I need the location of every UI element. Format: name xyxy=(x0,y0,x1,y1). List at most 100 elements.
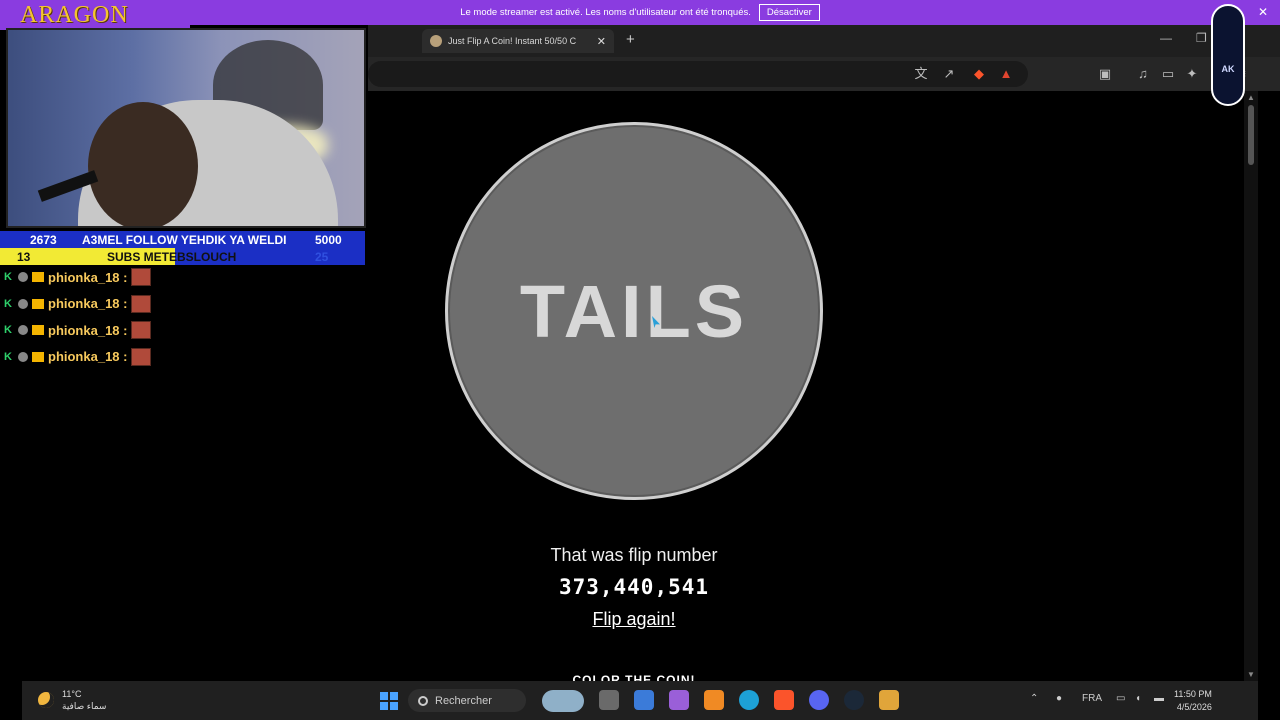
date: 4/5/2026 xyxy=(1176,702,1212,712)
taskbar-search[interactable]: Rechercher xyxy=(408,689,526,712)
tray-chevron-icon[interactable]: ⌃ xyxy=(1030,693,1038,704)
mic-icon[interactable]: ● xyxy=(1056,693,1062,704)
page-scrollbar[interactable]: ▲ ▼ xyxy=(1244,91,1258,681)
chat-username: phionka_18 : xyxy=(48,269,128,285)
kick-badge-icon: K xyxy=(4,350,12,363)
brave-shield-icon[interactable]: ◆ xyxy=(971,66,987,82)
moon-badge-icon xyxy=(18,325,28,336)
screen: Just Flip A Coin! Instant 50/50 C ✕ + — … xyxy=(0,0,1280,720)
coin[interactable]: TAILS xyxy=(445,122,823,500)
follow-goal-target: 5000 xyxy=(315,233,342,247)
reader-mode-icon[interactable]: ▣ xyxy=(1097,66,1113,82)
chat-username: phionka_18 : xyxy=(48,349,128,365)
temperature: 11°C xyxy=(62,689,82,699)
media-icon[interactable]: ♫ xyxy=(1135,66,1151,82)
kick-badge-icon: K xyxy=(4,324,12,337)
kick-badge-icon: K xyxy=(4,271,12,284)
moon-weather-icon xyxy=(38,692,54,708)
chat-username: phionka_18 : xyxy=(48,296,128,312)
sub-count: 13 xyxy=(17,250,31,264)
emote-icon xyxy=(131,321,152,340)
follow-goal-label: A3MEL FOLLOW YEHDIK YA WELDI xyxy=(82,233,287,247)
minimize-icon[interactable]: — xyxy=(1160,31,1172,45)
moon-badge-icon xyxy=(18,298,28,309)
banner-close-icon[interactable]: ✕ xyxy=(1258,5,1268,19)
coin-favicon-icon xyxy=(430,35,442,47)
app-icon[interactable] xyxy=(634,690,654,710)
follower-count: 2673 xyxy=(30,233,57,247)
chat-overlay: K phionka_18 : K phionka_18 : K phionka_… xyxy=(4,264,364,370)
search-highlight-icon[interactable] xyxy=(542,690,584,712)
leo-ai-icon[interactable]: ✦ xyxy=(1184,66,1200,82)
brave-rewards-icon[interactable]: ▲ xyxy=(998,66,1014,82)
app-icon[interactable] xyxy=(704,690,724,710)
coin-result: TAILS xyxy=(519,269,749,353)
crown-badge-icon xyxy=(32,272,44,283)
color-coin-heading: COLOR THE COIN! xyxy=(572,673,696,681)
windows-taskbar: 11°C سماء صافية Rechercher ⌃ ● FRA ▭ ◖ ▬… xyxy=(22,681,1258,720)
network-icon[interactable]: ▭ xyxy=(1116,693,1125,704)
crown-badge-icon xyxy=(32,298,44,309)
disable-streamer-mode-button[interactable]: Désactiver xyxy=(758,4,820,21)
weather-widget[interactable]: 11°C سماء صافية xyxy=(38,688,106,712)
clock[interactable]: 11:50 PM 4/5/2026 xyxy=(1174,688,1212,714)
chat-username: phionka_18 : xyxy=(48,322,128,338)
sub-goal-target: 25 xyxy=(315,250,329,264)
restore-icon[interactable]: ❐ xyxy=(1196,31,1207,45)
edge-icon[interactable] xyxy=(739,690,759,710)
chat-message: K phionka_18 : xyxy=(4,317,364,344)
scroll-down-icon[interactable]: ▼ xyxy=(1247,670,1255,679)
copilot-icon[interactable] xyxy=(669,690,689,710)
browser-tab[interactable]: Just Flip A Coin! Instant 50/50 C ✕ xyxy=(422,29,614,53)
scroll-up-icon[interactable]: ▲ xyxy=(1247,93,1255,102)
flip-again-link[interactable]: Flip again! xyxy=(368,609,900,630)
streamer-head xyxy=(88,102,198,226)
search-icon xyxy=(418,695,428,706)
address-bar[interactable] xyxy=(368,61,1028,87)
emote-icon xyxy=(131,294,152,313)
weather-description: سماء صافية xyxy=(62,701,107,711)
scrollbar-thumb[interactable] xyxy=(1248,105,1254,165)
game-icon[interactable] xyxy=(879,690,899,710)
chat-message: K phionka_18 : xyxy=(4,344,364,371)
browser-toolbar: 文 ↗ ◆ ▲ ▣ ♫ ▭ ✦ ≡ xyxy=(368,57,1280,91)
share-icon[interactable]: ↗ xyxy=(941,66,957,82)
task-view-icon[interactable] xyxy=(599,690,619,710)
channel-logo: ARAGON xyxy=(20,2,129,28)
sub-goal-label: SUBS METEBSLOUCH xyxy=(107,250,237,264)
moon-badge-icon xyxy=(18,351,28,362)
wallet-icon[interactable]: ▭ xyxy=(1160,66,1176,82)
tab-close-icon[interactable]: ✕ xyxy=(597,35,606,48)
translate-icon[interactable]: 文 xyxy=(913,66,929,82)
streamer-mode-banner: Le mode streamer est activé. Les noms d'… xyxy=(0,0,1280,25)
start-button[interactable] xyxy=(380,692,398,710)
kick-badge-icon: K xyxy=(4,297,12,310)
chat-message: K phionka_18 : xyxy=(4,291,364,318)
follow-goal-bar: 2673 A3MEL FOLLOW YEHDIK YA WELDI 5000 xyxy=(0,231,365,248)
overlay-logo-bar: ARAGON xyxy=(0,0,190,30)
volume-icon[interactable]: ◖ xyxy=(1135,693,1141,704)
emote-icon xyxy=(131,347,152,366)
time: 11:50 PM xyxy=(1174,689,1212,699)
chat-message: K phionka_18 : xyxy=(4,264,364,291)
steam-icon[interactable] xyxy=(844,690,864,710)
streamer-mode-message: Le mode streamer est activé. Les noms d'… xyxy=(460,7,751,18)
brave-icon[interactable] xyxy=(774,690,794,710)
language-indicator[interactable]: FRA xyxy=(1082,693,1102,704)
flip-caption: That was flip number xyxy=(550,545,718,565)
webcam-feed xyxy=(6,28,366,228)
crown-badge-icon xyxy=(32,351,44,362)
tab-title: Just Flip A Coin! Instant 50/50 C xyxy=(448,36,577,46)
moon-badge-icon xyxy=(18,272,28,283)
eagle-icon: AK xyxy=(1221,64,1235,74)
browser-tabbar: Just Flip A Coin! Instant 50/50 C ✕ + — … xyxy=(368,25,1280,57)
new-tab-button[interactable]: + xyxy=(626,31,635,48)
sub-goal-bar: 13 SUBS METEBSLOUCH 25 xyxy=(0,248,365,265)
coin-flip-page: TAILS That was flip number 373,440,541 F… xyxy=(368,91,1244,681)
discord-icon[interactable] xyxy=(809,690,829,710)
emote-icon xyxy=(131,268,152,287)
search-placeholder: Rechercher xyxy=(435,694,492,707)
battery-icon[interactable]: ▬ xyxy=(1154,693,1164,704)
flip-number: 373,440,541 xyxy=(558,575,710,599)
crown-badge-icon xyxy=(32,325,44,336)
